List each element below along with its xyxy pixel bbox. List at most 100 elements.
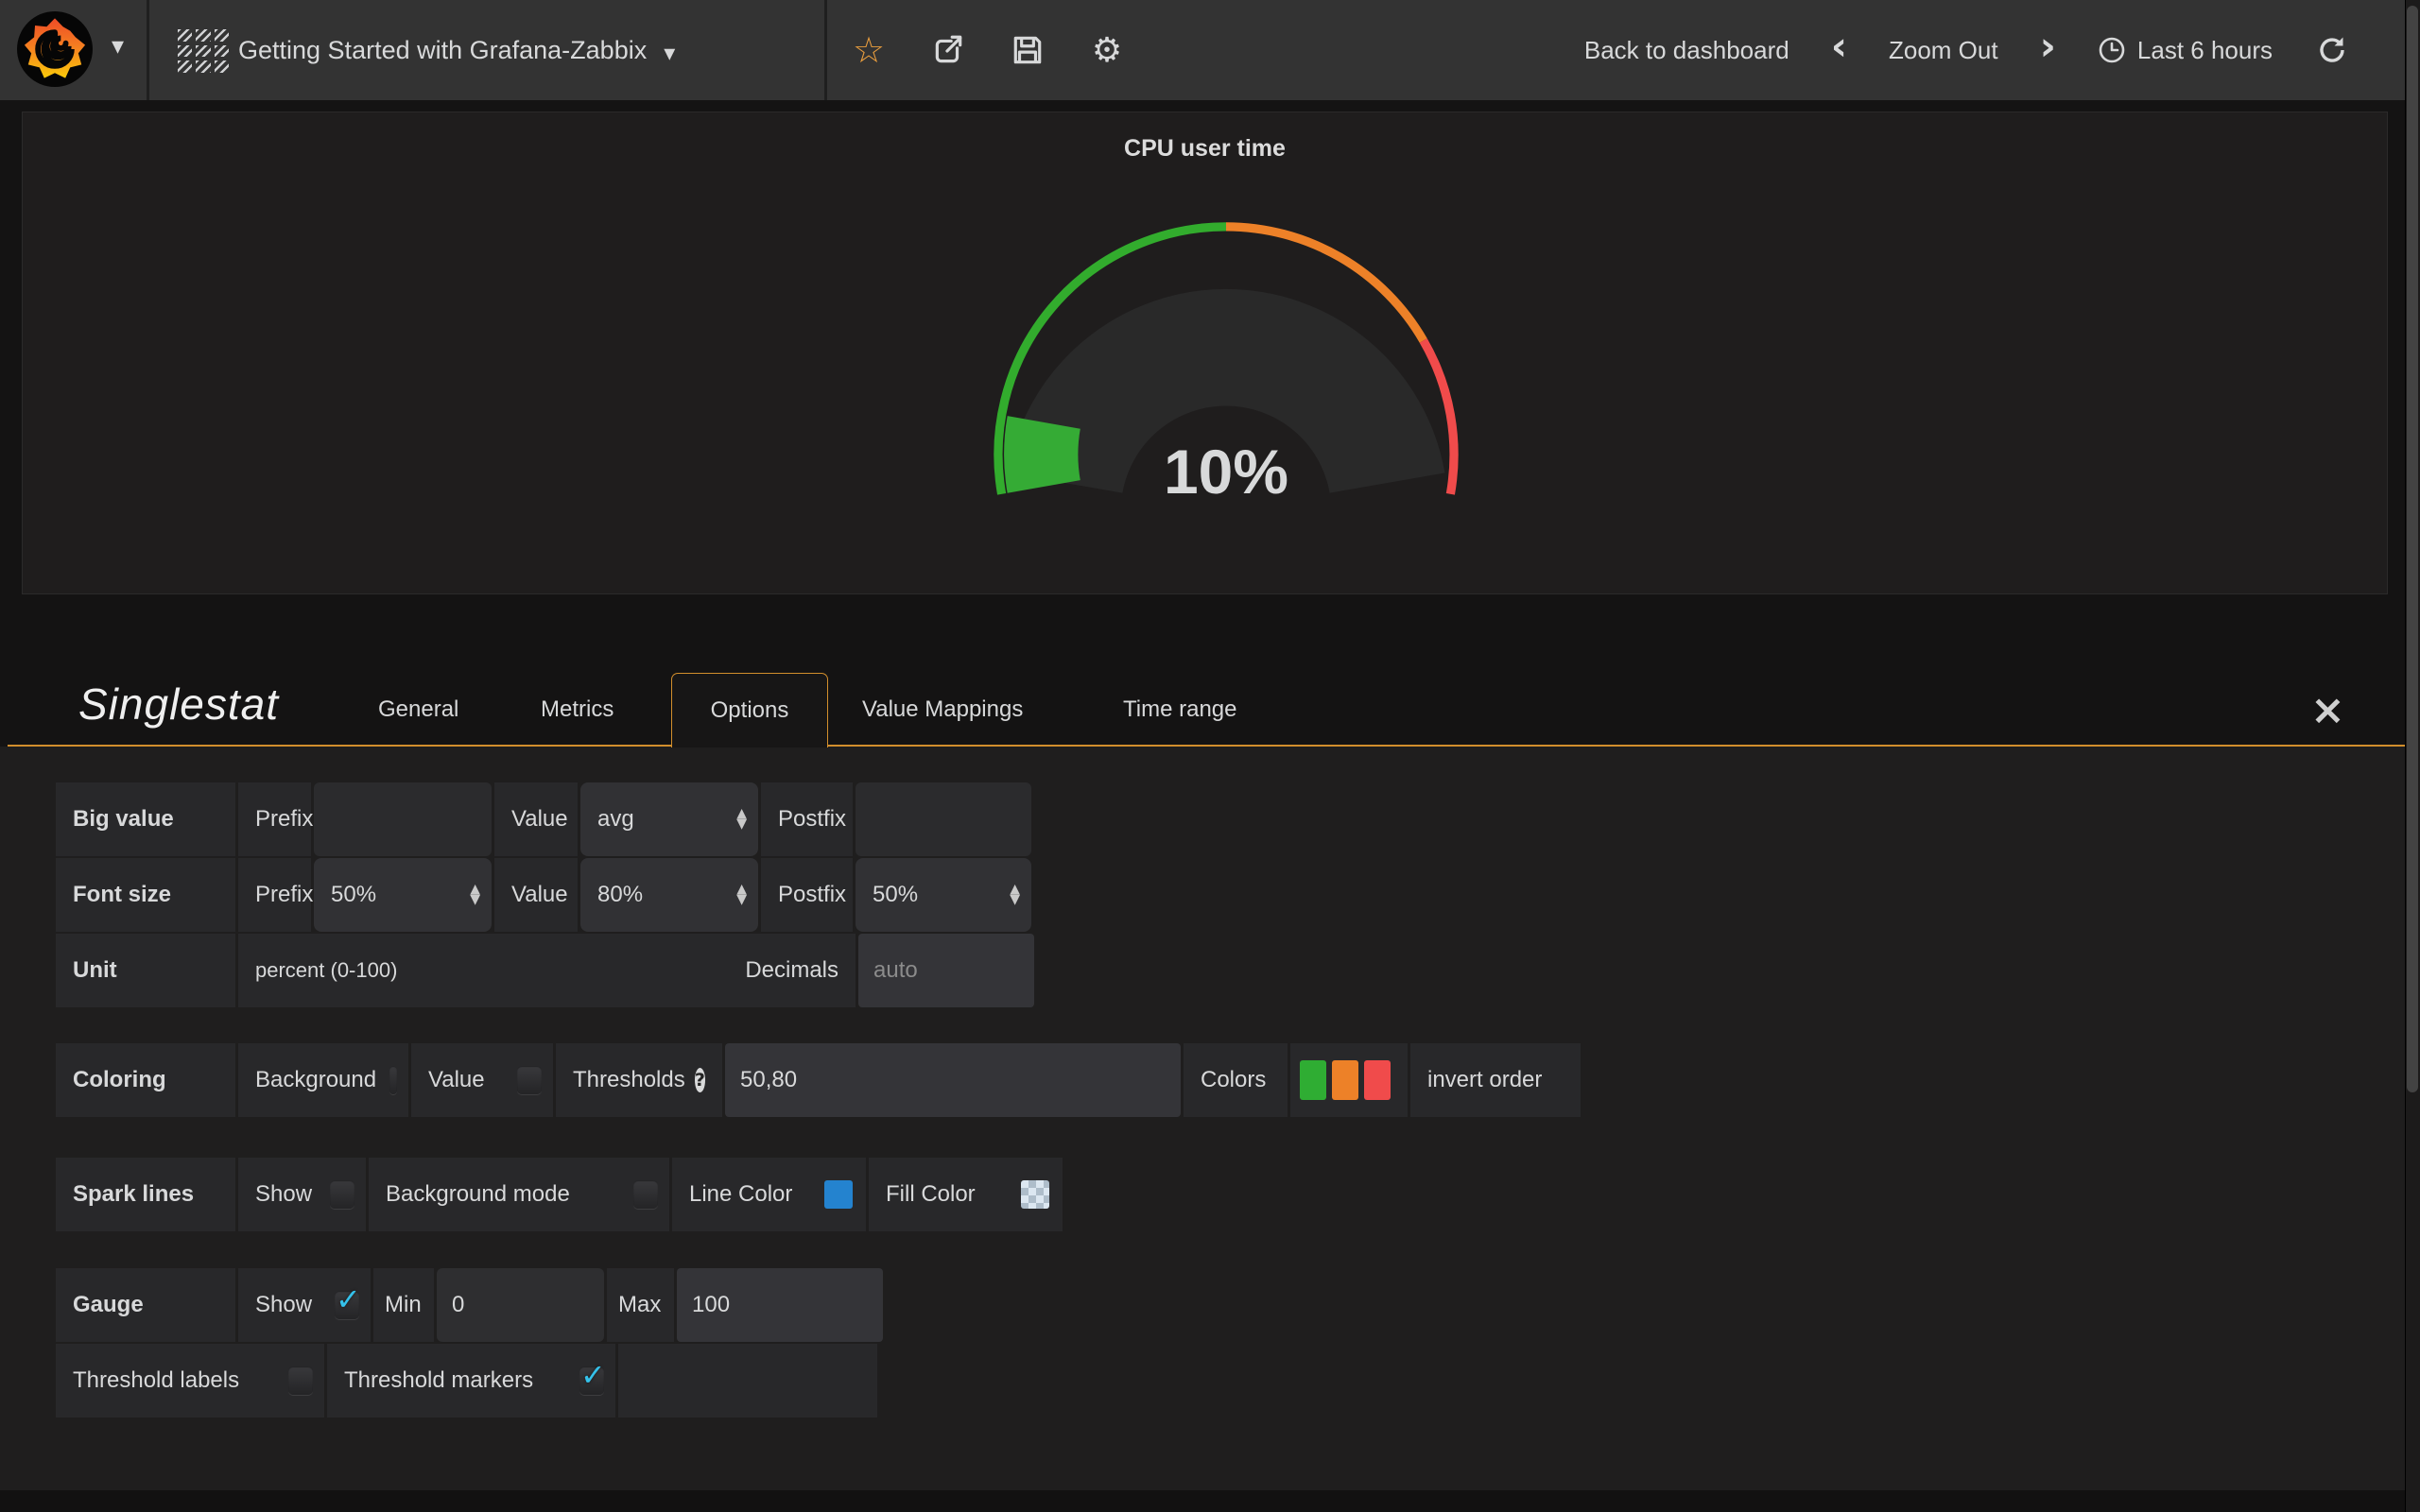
caret-down-icon: ▾ [112, 32, 124, 60]
threshold-toggles-row: Threshold labels ✓ Threshold markers ✓ [56, 1344, 883, 1418]
decimals-input[interactable]: auto [858, 934, 1034, 1007]
threshold-markers-checkbox[interactable]: ✓ [579, 1366, 604, 1395]
scrollbar-track[interactable] [2405, 0, 2420, 1512]
singlestat-panel: CPU user time 10% [22, 112, 2388, 594]
time-picker-button[interactable]: Last 6 hours [2098, 36, 2273, 65]
min-input[interactable]: 0 [437, 1268, 604, 1342]
prefix-size-select[interactable]: 50% ▲▼ [314, 858, 492, 932]
green-swatch[interactable] [1300, 1060, 1326, 1100]
select-spinner-icon: ▲▼ [470, 885, 480, 905]
chevron-left-icon[interactable]: ‹ [1831, 32, 1847, 68]
thresholds-cell: Thresholds ? [556, 1043, 722, 1117]
panel-action-icons: ☆ ⚙ [851, 0, 1125, 100]
save-icon[interactable] [1010, 32, 1046, 68]
gauge-row: Gauge Show ✓ Min 0 Max 100 [56, 1268, 883, 1342]
value-label: Value [494, 782, 578, 856]
coloring-background-cell: Background ✓ [238, 1043, 408, 1117]
close-editor-icon[interactable]: × [2310, 673, 2345, 747]
big-value-row: Big value Prefix Value avg ▲▼ Postfix [56, 782, 1034, 856]
background-mode-checkbox[interactable]: ✓ [633, 1180, 658, 1209]
unit-row: Unit percent (0-100) Decimals auto [56, 934, 1034, 1007]
check-icon: ✓ [580, 1357, 606, 1393]
max-input[interactable]: 100 [677, 1268, 883, 1342]
spark-show-cell: Show ✓ [238, 1158, 366, 1231]
tab-options[interactable]: Options [671, 673, 828, 747]
navbar-right-controls: Back to dashboard ‹ Zoom Out › Last 6 ho… [1584, 0, 2350, 100]
clock-icon [2098, 36, 2126, 64]
gauge-label: Gauge [56, 1268, 235, 1342]
red-swatch[interactable] [1364, 1060, 1391, 1100]
line-color-swatch[interactable] [824, 1180, 853, 1209]
options-value-section: Big value Prefix Value avg ▲▼ Postfix Fo… [56, 782, 1034, 1009]
coloring-label: Coloring [56, 1043, 235, 1117]
navbar-divider [824, 0, 827, 100]
gauge-show-checkbox[interactable]: ✓ [335, 1291, 359, 1319]
big-value-label: Big value [56, 782, 235, 856]
prefix-label: Prefix [238, 858, 311, 932]
gauge-value-text: 10% [1164, 437, 1288, 507]
select-spinner-icon: ▲▼ [736, 885, 747, 905]
time-range-label: Last 6 hours [2137, 36, 2273, 65]
unit-dropdown[interactable]: percent (0-100) [255, 958, 397, 983]
value-checkbox[interactable]: ✓ [517, 1066, 542, 1094]
value-size-select[interactable]: 80% ▲▼ [580, 858, 758, 932]
threshold-markers-cell: Threshold markers ✓ [327, 1344, 615, 1418]
grafana-logo-button[interactable]: ▾ [9, 0, 142, 100]
background-mode-cell: Background mode ✓ [369, 1158, 669, 1231]
bottom-strip [0, 1490, 2405, 1512]
value-label: Value [494, 858, 578, 932]
navbar: ▾ Getting Started with Grafana-Zabbix ▾ … [0, 0, 2420, 100]
gear-icon[interactable]: ⚙ [1089, 32, 1125, 68]
coloring-value-cell: Value ✓ [411, 1043, 553, 1117]
gauge-section: Gauge Show ✓ Min 0 Max 100 Threshold lab… [56, 1268, 883, 1419]
panel-title[interactable]: CPU user time [23, 135, 2387, 163]
caret-down-icon: ▾ [664, 34, 675, 66]
spark-show-checkbox[interactable]: ✓ [330, 1180, 354, 1209]
navbar-divider [147, 0, 149, 100]
scrollbar-thumb[interactable] [2407, 6, 2418, 1092]
unit-label: Unit [56, 934, 235, 1007]
back-to-dashboard-button[interactable]: Back to dashboard [1584, 36, 1789, 65]
star-icon[interactable]: ☆ [851, 32, 887, 68]
value-stat-select[interactable]: avg ▲▼ [580, 782, 758, 856]
threshold-labels-checkbox[interactable]: ✓ [288, 1366, 313, 1395]
grafana-screen: ▾ Getting Started with Grafana-Zabbix ▾ … [0, 0, 2420, 1512]
gauge: 10% [957, 199, 1495, 525]
dashboard-title-dropdown[interactable]: Getting Started with Grafana-Zabbix ▾ [238, 0, 675, 100]
fill-color-swatch[interactable] [1021, 1180, 1049, 1209]
decimals-label: Decimals [745, 957, 838, 984]
background-checkbox[interactable]: ✓ [389, 1066, 397, 1094]
font-size-row: Font size Prefix 50% ▲▼ Value 80% ▲▼ Pos… [56, 858, 1034, 932]
thresholds-input[interactable]: 50,80 [725, 1043, 1181, 1117]
font-size-label: Font size [56, 858, 235, 932]
tab-time-range[interactable]: Time range [1123, 673, 1237, 747]
select-spinner-icon: ▲▼ [1010, 885, 1020, 905]
invert-order-button[interactable]: invert order [1410, 1043, 1581, 1117]
gauge-show-cell: Show ✓ [238, 1268, 371, 1342]
unit-value-cell: percent (0-100) Decimals [238, 934, 856, 1007]
empty-cell [618, 1344, 877, 1418]
share-icon[interactable] [930, 32, 966, 68]
coloring-row: Coloring Background ✓ Value ✓ Thresholds… [56, 1043, 1581, 1117]
orange-swatch[interactable] [1332, 1060, 1358, 1100]
tab-general[interactable]: General [378, 673, 458, 747]
chevron-right-icon[interactable]: › [2040, 32, 2056, 68]
spark-lines-label: Spark lines [56, 1158, 235, 1231]
help-icon[interactable]: ? [695, 1068, 705, 1092]
big-value-postfix-input[interactable] [856, 782, 1031, 856]
zoom-out-button[interactable]: Zoom Out [1889, 36, 1998, 65]
prefix-label: Prefix [238, 782, 311, 856]
postfix-label: Postfix [761, 858, 853, 932]
line-color-cell: Line Color [672, 1158, 866, 1231]
grafana-logo-icon [17, 11, 93, 87]
postfix-size-select[interactable]: 50% ▲▼ [856, 858, 1031, 932]
big-value-prefix-input[interactable] [314, 782, 492, 856]
refresh-icon[interactable] [2314, 32, 2350, 68]
tab-value-mappings[interactable]: Value Mappings [862, 673, 1023, 747]
select-spinner-icon: ▲▼ [736, 809, 747, 830]
spark-lines-section: Spark lines Show ✓ Background mode ✓ Lin… [56, 1158, 1063, 1233]
coloring-section: Coloring Background ✓ Value ✓ Thresholds… [56, 1043, 1581, 1119]
postfix-label: Postfix [761, 782, 853, 856]
threshold-labels-cell: Threshold labels ✓ [56, 1344, 324, 1418]
tab-metrics[interactable]: Metrics [541, 673, 614, 747]
